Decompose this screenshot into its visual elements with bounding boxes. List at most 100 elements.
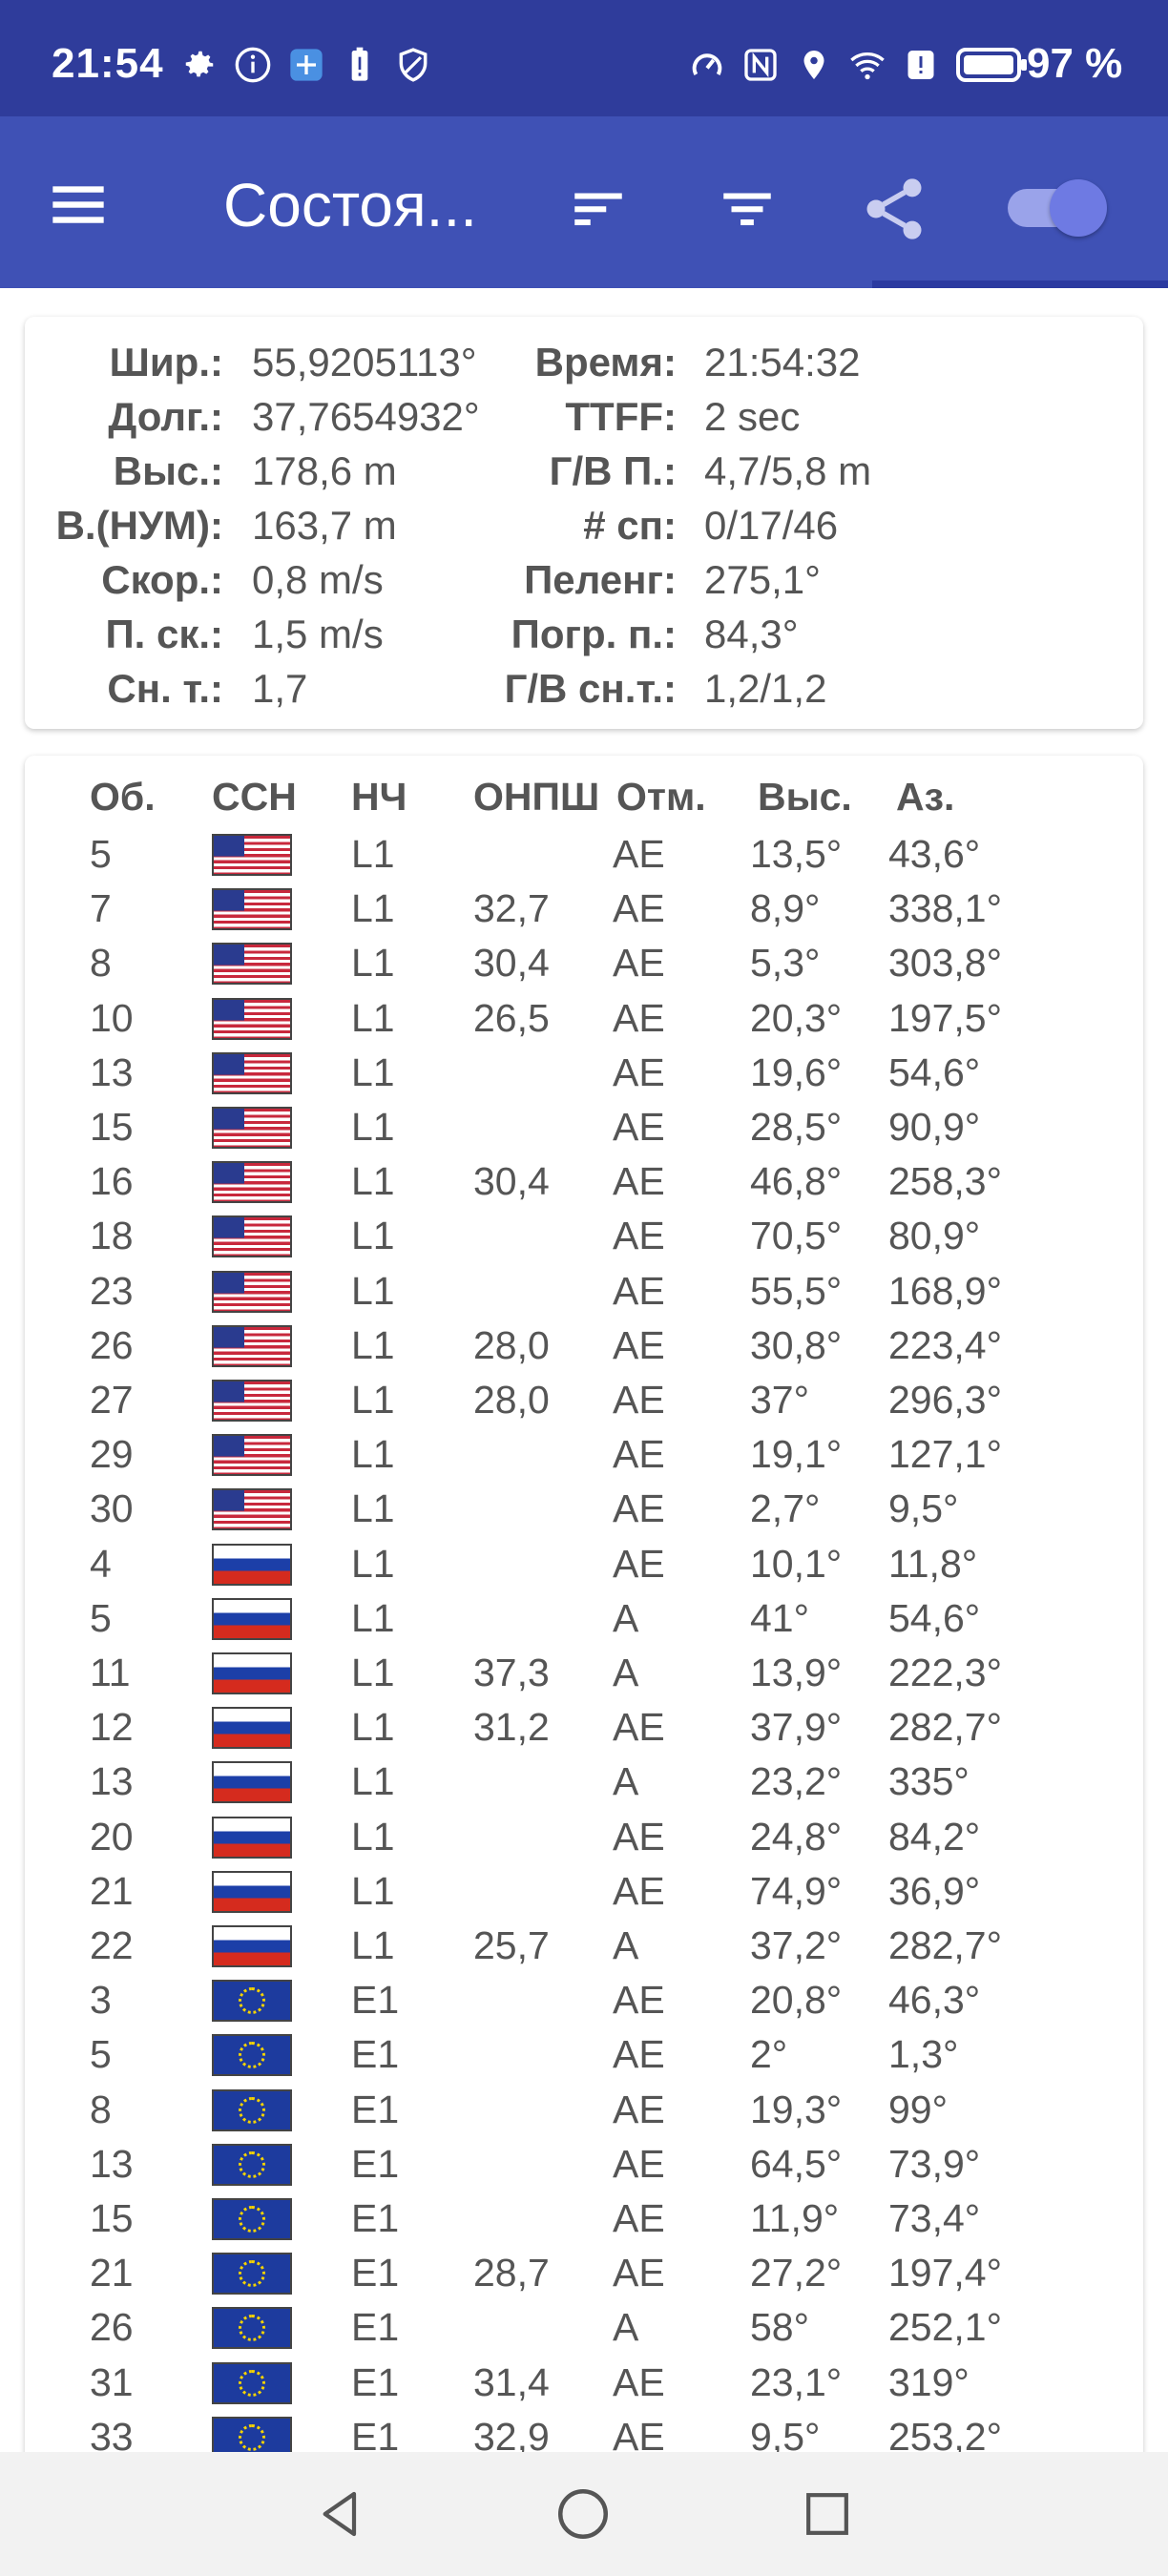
- table-row[interactable]: 22 L1 25,7 A 37,2° 282,7°: [25, 1918, 1143, 1972]
- flags-cell: AE: [613, 1432, 665, 1477]
- band-cell: E1: [351, 2087, 400, 2131]
- table-row[interactable]: 15 E1 AE 11,9° 73,4°: [25, 2191, 1143, 2245]
- flags-cell: AE: [613, 832, 665, 876]
- cn0-cell: 26,5: [473, 995, 550, 1040]
- table-row[interactable]: 7 L1 32,7 AE 8,9° 338,1°: [25, 881, 1143, 935]
- svid-cell: 20: [90, 1814, 134, 1859]
- band-cell: L1: [351, 1541, 395, 1586]
- svid-cell: 5: [90, 2032, 112, 2077]
- status-left-icons: [179, 42, 433, 88]
- band-cell: L1: [351, 1159, 395, 1204]
- band-cell: L1: [351, 886, 395, 931]
- tab-indicator: [872, 280, 1168, 288]
- elevation-cell: 2,7°: [750, 1486, 821, 1531]
- table-row[interactable]: 8 E1 AE 19,3° 99°: [25, 2082, 1143, 2136]
- table-row[interactable]: 5 L1 A 41° 54,6°: [25, 1590, 1143, 1645]
- status-bar: 21:54 97 %: [0, 0, 1168, 116]
- flag-eu-icon: [212, 2088, 292, 2131]
- flags-cell: AE: [613, 1705, 665, 1750]
- svid-cell: 29: [90, 1432, 134, 1477]
- app-icon: [286, 45, 326, 85]
- table-row[interactable]: 8 L1 30,4 AE 5,3° 303,8°: [25, 935, 1143, 989]
- flag-usa-icon: [212, 1215, 292, 1258]
- table-row[interactable]: 13 L1 AE 19,6° 54,6°: [25, 1045, 1143, 1099]
- svid-cell: 7: [90, 886, 112, 931]
- band-cell: L1: [351, 1651, 395, 1694]
- svid-cell: 5: [90, 1595, 112, 1640]
- info-label: TTFF:: [565, 394, 677, 439]
- info-value: 178,6 m: [252, 448, 397, 493]
- azimuth-cell: 73,9°: [888, 2141, 981, 2186]
- menu-button[interactable]: [48, 174, 124, 250]
- table-row[interactable]: 15 L1 AE 28,5° 90,9°: [25, 1099, 1143, 1153]
- table-row[interactable]: 11 L1 37,3 A 13,9° 222,3°: [25, 1645, 1143, 1699]
- band-cell: L1: [351, 1049, 395, 1094]
- table-row[interactable]: 21 E1 28,7 AE 27,2° 197,4°: [25, 2245, 1143, 2299]
- table-row[interactable]: 29 L1 AE 19,1° 127,1°: [25, 1426, 1143, 1481]
- svid-cell: 15: [90, 1105, 134, 1149]
- table-row[interactable]: 31 E1 31,4 AE 23,1° 319°: [25, 2355, 1143, 2409]
- table-row[interactable]: 30 L1 AE 2,7° 9,5°: [25, 1481, 1143, 1535]
- filter-button[interactable]: [704, 166, 790, 252]
- flags-cell: AE: [613, 995, 665, 1040]
- table-row[interactable]: 4 L1 AE 10,1° 11,8°: [25, 1536, 1143, 1590]
- info-value: 2 sec: [704, 394, 801, 439]
- table-row[interactable]: 18 L1 AE 70,5° 80,9°: [25, 1208, 1143, 1262]
- cn0-cell: 25,7: [473, 1923, 550, 1967]
- table-row[interactable]: 13 L1 A 23,2° 335°: [25, 1754, 1143, 1808]
- cn0-cell: 30,4: [473, 941, 550, 986]
- azimuth-cell: 90,9°: [888, 1105, 981, 1149]
- elevation-cell: 20,3°: [750, 995, 843, 1040]
- table-row[interactable]: 13 E1 AE 64,5° 73,9°: [25, 2136, 1143, 2191]
- share-button[interactable]: [851, 166, 937, 252]
- back-button[interactable]: [307, 2481, 374, 2547]
- table-row[interactable]: 20 L1 AE 24,8° 84,2°: [25, 1809, 1143, 1863]
- table-row[interactable]: 5 E1 AE 2° 1,3°: [25, 2026, 1143, 2081]
- svid-cell: 30: [90, 1486, 134, 1531]
- band-cell: E1: [351, 2359, 400, 2404]
- band-cell: L1: [351, 1322, 395, 1367]
- elevation-cell: 2°: [750, 2032, 788, 2077]
- table-row[interactable]: 10 L1 26,5 AE 20,3° 197,5°: [25, 990, 1143, 1045]
- eu-stars-icon: [239, 1987, 265, 2015]
- recents-button[interactable]: [794, 2481, 861, 2547]
- flag-eu-icon: [212, 2198, 292, 2240]
- info-label: Пеленг:: [524, 557, 677, 602]
- table-row[interactable]: 26 E1 A 58° 252,1°: [25, 2299, 1143, 2354]
- eu-stars-icon: [239, 2096, 265, 2124]
- table-row[interactable]: 5 L1 AE 13,5° 43,6°: [25, 826, 1143, 881]
- flags-cell: AE: [613, 1322, 665, 1367]
- table-row[interactable]: 3 E1 AE 20,8° 46,3°: [25, 1972, 1143, 2026]
- elevation-cell: 19,3°: [750, 2087, 843, 2131]
- info-value: 21:54:32: [704, 340, 861, 384]
- flags-cell: A: [613, 1651, 639, 1694]
- elevation-cell: 46,8°: [750, 1159, 843, 1204]
- table-row[interactable]: 21 L1 AE 74,9° 36,9°: [25, 1863, 1143, 1918]
- band-cell: E1: [351, 2251, 400, 2296]
- sort-button[interactable]: [555, 166, 641, 252]
- eu-stars-icon: [239, 2206, 265, 2233]
- alert-icon: [901, 45, 941, 85]
- home-button[interactable]: [550, 2481, 616, 2547]
- elevation-cell: 10,1°: [750, 1541, 843, 1586]
- table-row[interactable]: 12 L1 31,2 AE 37,9° 282,7°: [25, 1699, 1143, 1754]
- flags-cell: A: [613, 1759, 639, 1804]
- header-cn0: ОНПШ: [473, 775, 600, 819]
- band-cell: L1: [351, 1814, 395, 1859]
- toggle-switch[interactable]: [1004, 176, 1111, 240]
- satellite-table-card: Об. ССН НЧ ОНПШ Отм. Выс. Аз. 5 L1 AE 13,5° 43,6° 7…: [25, 756, 1143, 2568]
- table-row[interactable]: 16 L1 30,4 AE 46,8° 258,3°: [25, 1153, 1143, 1208]
- elevation-cell: 13,9°: [750, 1651, 843, 1694]
- flags-cell: AE: [613, 1159, 665, 1204]
- band-cell: L1: [351, 1595, 395, 1640]
- flag-rus-icon: [212, 1597, 292, 1640]
- table-row[interactable]: 27 L1 28,0 AE 37° 296,3°: [25, 1372, 1143, 1426]
- table-row[interactable]: 26 L1 28,0 AE 30,8° 223,4°: [25, 1318, 1143, 1372]
- elevation-cell: 70,5°: [750, 1214, 843, 1258]
- flag-eu-icon: [212, 2307, 292, 2350]
- svid-cell: 21: [90, 1868, 134, 1913]
- flag-rus-icon: [212, 1543, 292, 1586]
- table-row[interactable]: 23 L1 AE 55,5° 168,9°: [25, 1263, 1143, 1318]
- eu-stars-icon: [239, 2369, 265, 2397]
- svid-cell: 8: [90, 941, 112, 986]
